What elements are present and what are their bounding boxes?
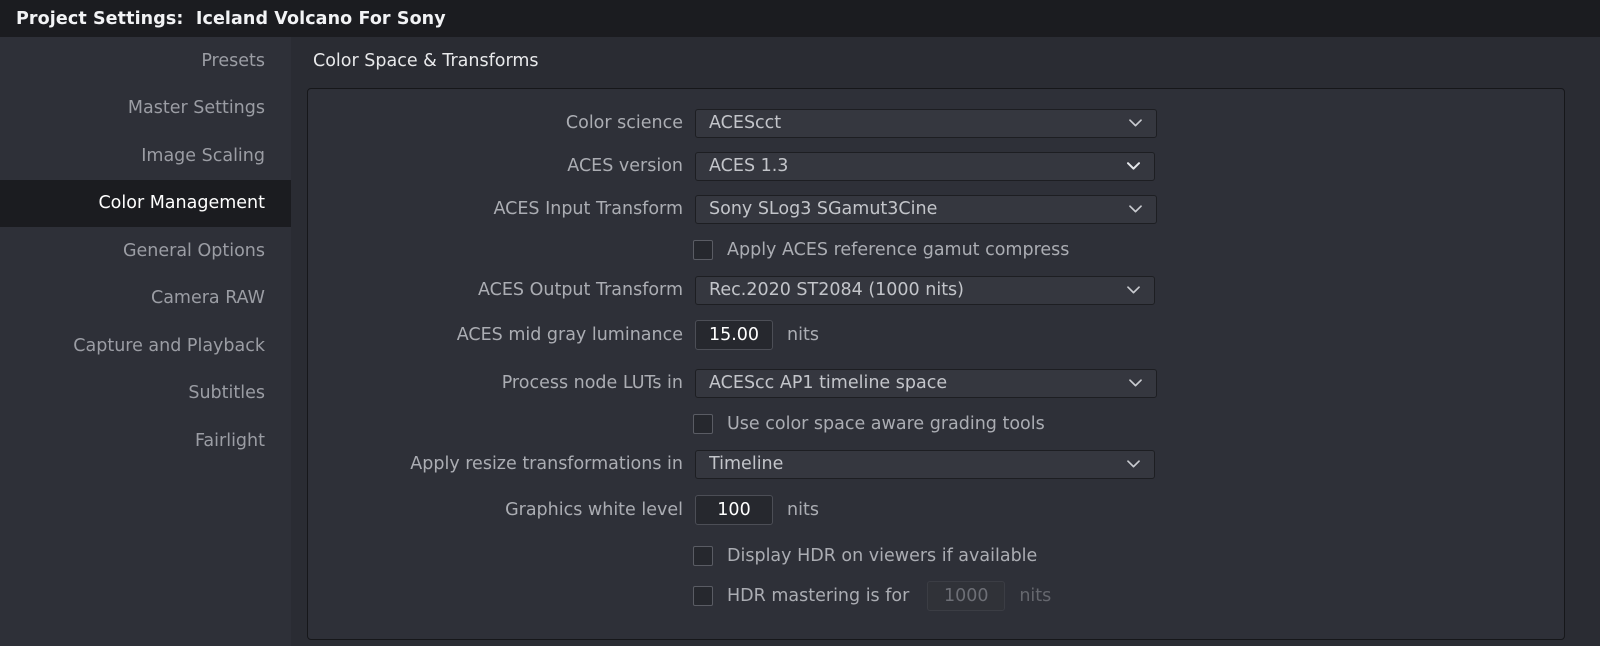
sidebar-item-color-management[interactable]: Color Management xyxy=(0,179,291,227)
process-node-luts-dropdown[interactable]: ACEScc AP1 timeline space xyxy=(695,368,1157,398)
sidebar-item-subtitles[interactable]: Subtitles xyxy=(0,370,291,418)
graphics-white-level-input[interactable]: 100 xyxy=(695,495,773,525)
window-titlebar: Project Settings: Iceland Volcano For So… xyxy=(0,0,1600,37)
sidebar-item-fairlight[interactable]: Fairlight xyxy=(0,417,291,465)
color-science-dropdown[interactable]: ACEScct xyxy=(695,108,1157,138)
sidebar-item-label: Presets xyxy=(201,50,265,71)
row-hdr-mastering: HDR mastering is for 1000 nits xyxy=(308,581,1564,611)
hdr-mastering-checkbox[interactable] xyxy=(693,586,713,606)
sidebar-item-capture-and-playback[interactable]: Capture and Playback xyxy=(0,322,291,370)
hdr-mastering-nits-input[interactable]: 1000 xyxy=(927,581,1006,611)
sidebar-item-general-options[interactable]: General Options xyxy=(0,227,291,275)
project-settings-window: Project Settings: Iceland Volcano For So… xyxy=(0,0,1600,646)
graphics-white-level-label: Graphics white level xyxy=(505,500,683,520)
display-hdr-checkbox[interactable] xyxy=(693,546,713,566)
chevron-down-icon xyxy=(1129,379,1142,387)
sidebar-item-label: Master Settings xyxy=(127,98,265,119)
color-space-and-transforms-panel: Color science ACEScct ACES version ACES … xyxy=(307,88,1565,640)
hdr-mastering-unit: nits xyxy=(1019,586,1052,606)
sidebar-item-presets[interactable]: Presets xyxy=(0,37,291,85)
sidebar-item-label: Capture and Playback xyxy=(73,335,265,356)
sidebar-item-label: Camera RAW xyxy=(150,288,265,309)
row-color-science: Color science ACEScct xyxy=(308,108,1564,138)
color-science-value: ACEScct xyxy=(709,113,782,133)
process-node-luts-value: ACEScc AP1 timeline space xyxy=(709,373,948,393)
row-aces-version: ACES version ACES 1.3 xyxy=(308,151,1564,181)
row-graphics-white-level: Graphics white level 100 nits xyxy=(308,495,1564,525)
process-node-luts-label: Process node LUTs in xyxy=(501,373,683,393)
section-heading: Color Space & Transforms xyxy=(313,51,539,71)
aces-output-transform-dropdown[interactable]: Rec.2020 ST2084 (1000 nits) xyxy=(695,275,1155,305)
apply-gamut-compress-control: Apply ACES reference gamut compress xyxy=(693,235,1069,265)
sidebar-item-camera-raw[interactable]: Camera RAW xyxy=(0,275,291,323)
aces-mid-gray-label: ACES mid gray luminance xyxy=(456,325,683,345)
row-process-node-luts: Process node LUTs in ACEScc AP1 timeline… xyxy=(308,368,1564,398)
settings-content: Color Space & Transforms Color science A… xyxy=(291,37,1600,646)
row-apply-resize-transformations: Apply resize transformations in Timeline xyxy=(308,449,1564,479)
row-color-space-aware-grading: Use color space aware grading tools xyxy=(308,409,1564,439)
apply-resize-value: Timeline xyxy=(709,454,784,474)
hdr-mastering-label: HDR mastering is for xyxy=(727,586,910,606)
aces-mid-gray-unit: nits xyxy=(787,325,819,345)
apply-gamut-compress-label: Apply ACES reference gamut compress xyxy=(727,240,1070,260)
sidebar-item-master-settings[interactable]: Master Settings xyxy=(0,85,291,133)
aces-input-transform-control: Sony SLog3 SGamut3Cine xyxy=(695,194,1157,224)
chevron-down-icon xyxy=(1127,162,1140,170)
aces-input-transform-label: ACES Input Transform xyxy=(493,199,683,219)
graphics-white-level-control: 100 nits xyxy=(695,495,819,525)
row-apply-aces-gamut-compress: Apply ACES reference gamut compress xyxy=(308,235,1564,265)
color-science-label: Color science xyxy=(565,113,683,133)
color-space-aware-control: Use color space aware grading tools xyxy=(693,409,1045,439)
sidebar-item-label: Color Management xyxy=(98,193,265,214)
row-display-hdr-on-viewers: Display HDR on viewers if available xyxy=(308,541,1564,571)
sidebar-item-label: Subtitles xyxy=(188,383,265,404)
aces-mid-gray-input[interactable]: 15.00 xyxy=(695,320,773,350)
color-space-aware-checkbox[interactable] xyxy=(693,414,713,434)
display-hdr-control: Display HDR on viewers if available xyxy=(693,541,1037,571)
row-aces-output-transform: ACES Output Transform Rec.2020 ST2084 (1… xyxy=(308,275,1564,305)
chevron-down-icon xyxy=(1127,460,1140,468)
sidebar-item-label: General Options xyxy=(122,240,265,261)
sidebar-item-image-scaling[interactable]: Image Scaling xyxy=(0,132,291,180)
aces-output-transform-label: ACES Output Transform xyxy=(477,280,683,300)
aces-version-dropdown[interactable]: ACES 1.3 xyxy=(695,151,1155,181)
aces-version-value: ACES 1.3 xyxy=(709,156,789,176)
sidebar-item-label: Fairlight xyxy=(194,430,265,451)
settings-sidebar: Presets Master Settings Image Scaling Co… xyxy=(0,37,291,646)
aces-input-transform-value: Sony SLog3 SGamut3Cine xyxy=(709,199,938,219)
apply-resize-label: Apply resize transformations in xyxy=(410,454,683,474)
page-title: Project Settings: Iceland Volcano For So… xyxy=(16,8,446,29)
hdr-mastering-control: HDR mastering is for 1000 nits xyxy=(693,581,1051,611)
row-aces-mid-gray-luminance: ACES mid gray luminance 15.00 nits xyxy=(308,320,1564,350)
aces-mid-gray-control: 15.00 nits xyxy=(695,320,819,350)
row-aces-input-transform: ACES Input Transform Sony SLog3 SGamut3C… xyxy=(308,194,1564,224)
aces-output-transform-control: Rec.2020 ST2084 (1000 nits) xyxy=(695,275,1155,305)
apply-gamut-compress-checkbox[interactable] xyxy=(693,240,713,260)
chevron-down-icon xyxy=(1129,119,1142,127)
aces-version-control: ACES 1.3 xyxy=(695,151,1155,181)
graphics-white-level-unit: nits xyxy=(787,500,819,520)
apply-resize-control: Timeline xyxy=(695,449,1155,479)
color-space-aware-label: Use color space aware grading tools xyxy=(727,414,1045,434)
chevron-down-icon xyxy=(1129,205,1142,213)
apply-resize-dropdown[interactable]: Timeline xyxy=(695,449,1155,479)
aces-output-transform-value: Rec.2020 ST2084 (1000 nits) xyxy=(709,280,965,300)
aces-input-transform-dropdown[interactable]: Sony SLog3 SGamut3Cine xyxy=(695,194,1157,224)
aces-version-label: ACES version xyxy=(567,156,683,176)
process-node-luts-control: ACEScc AP1 timeline space xyxy=(695,368,1157,398)
display-hdr-label: Display HDR on viewers if available xyxy=(727,546,1038,566)
sidebar-item-label: Image Scaling xyxy=(141,145,265,166)
color-science-control: ACEScct xyxy=(695,108,1157,138)
chevron-down-icon xyxy=(1127,286,1140,294)
